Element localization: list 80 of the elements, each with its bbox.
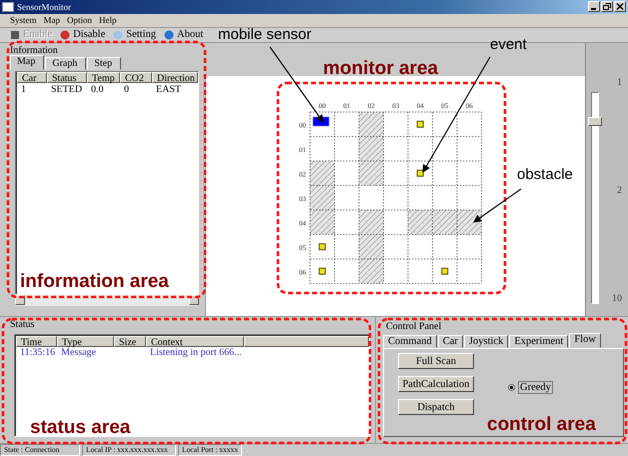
obstacle-cell [310, 210, 334, 234]
callout-arrow [473, 188, 522, 223]
action-button[interactable]: PathCalculation [398, 376, 474, 392]
column-header[interactable] [244, 336, 369, 347]
radio-button[interactable] [508, 384, 515, 392]
minimize-button[interactable] [588, 1, 600, 12]
close-button[interactable] [614, 1, 626, 12]
table-cell-text: Message [60, 347, 97, 360]
slider-thumb[interactable] [588, 116, 602, 126]
column-header[interactable]: Context [146, 336, 244, 347]
restore-icon [603, 3, 611, 10]
column-header[interactable]: Size [114, 336, 146, 347]
table-cell-text: 0.0 [90, 84, 104, 96]
obstacle-cell [310, 185, 334, 210]
obstacle-cell [310, 160, 334, 186]
tab[interactable]: Map [10, 54, 44, 70]
table-cell-text: 11:35:16 [19, 347, 56, 360]
menu-item[interactable]: Option [67, 15, 92, 26]
tab[interactable]: Graph [45, 56, 86, 70]
event-marker [416, 120, 424, 128]
toolbar-button[interactable]: Disable [60, 29, 106, 40]
column-header[interactable]: Status [47, 72, 87, 84]
panel-title: Control Panel [385, 320, 442, 334]
obstacle-cell [359, 234, 384, 259]
tab[interactable]: Flow [569, 333, 601, 348]
event-marker [318, 242, 326, 250]
obstacle-cell [359, 210, 384, 234]
table-cell-text: 0 [123, 84, 130, 96]
action-button[interactable]: Dispatch [398, 399, 474, 416]
event-marker [416, 169, 424, 176]
callout-label: obstacle [517, 167, 573, 182]
panel-title: Status [9, 318, 36, 332]
region-label: information area [20, 272, 169, 291]
column-header[interactable]: Direction [152, 72, 198, 84]
obstacle-cell [359, 112, 384, 136]
table-cell-text: Listening in port 666... [149, 347, 242, 360]
region-label: control area [487, 415, 596, 434]
radio-option[interactable]: Greedy [508, 381, 553, 394]
slider-label: 2 [617, 186, 622, 196]
tab[interactable]: Step [87, 56, 122, 70]
tab[interactable]: Joystick [464, 335, 508, 348]
slider-track[interactable] [591, 92, 599, 304]
radio-label: Greedy [518, 381, 553, 394]
event-marker [441, 267, 448, 274]
panel-title: Information [9, 44, 59, 57]
square-icon [11, 30, 19, 39]
menu-item[interactable]: Map [44, 15, 60, 26]
obstacle-cell [432, 210, 457, 234]
menu-item[interactable]: System [10, 15, 37, 26]
tab[interactable]: Experiment [509, 335, 568, 348]
action-button[interactable]: Full Scan [398, 353, 474, 370]
callout-label: mobile sensor [218, 27, 312, 42]
obstacle-cell [359, 258, 384, 284]
restore-button[interactable] [601, 1, 613, 12]
region-label: status area [30, 418, 130, 437]
menu-item[interactable]: Help [99, 15, 117, 26]
obstacle-cell [359, 160, 384, 186]
close-icon [616, 3, 624, 10]
table-cell-text: SETED [50, 84, 84, 96]
event-marker [318, 267, 326, 274]
slider-label: 1 [617, 78, 622, 88]
toolbar-button[interactable]: Setting [113, 29, 156, 40]
slider-label: 10 [612, 294, 622, 304]
region-label: monitor area [323, 59, 438, 78]
callout-label: event [490, 37, 527, 52]
column-header[interactable]: CO2 [120, 72, 152, 84]
column-header[interactable]: Type [57, 336, 114, 347]
table-cell-text: EAST [155, 84, 182, 96]
obstacle-cell [359, 136, 384, 161]
minimize-icon [591, 8, 596, 10]
tab[interactable]: Command [383, 335, 437, 348]
column-header[interactable]: Temp [87, 72, 120, 84]
column-header[interactable]: Car [17, 72, 47, 84]
toolbar-button[interactable]: About [164, 29, 204, 40]
window-title: SensorMonitor [17, 2, 71, 12]
app-icon [2, 2, 14, 12]
column-header[interactable]: Time [16, 336, 57, 347]
table-cell-text: 1 [20, 84, 27, 96]
tab[interactable]: Car [438, 335, 463, 348]
obstacle-cell [408, 210, 432, 234]
